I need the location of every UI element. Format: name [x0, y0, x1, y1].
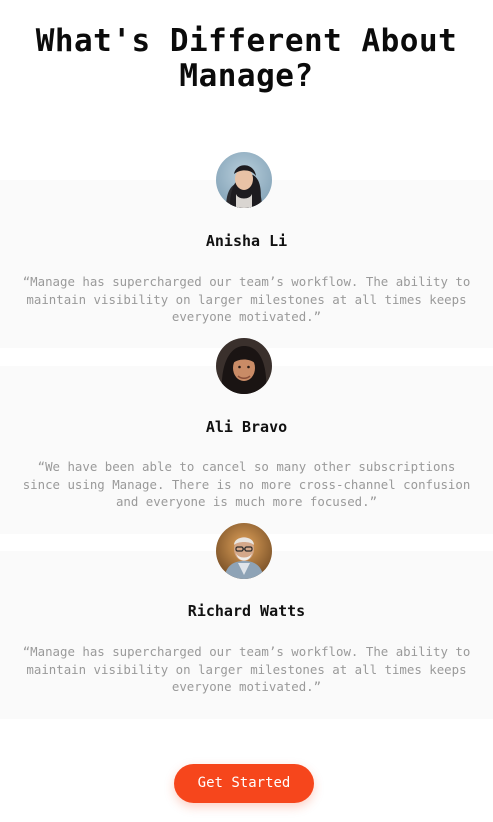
testimonial-quote: “Manage has supercharged our team’s work… [22, 274, 471, 324]
get-started-button[interactable]: Get Started [174, 764, 314, 803]
avatar-ali-icon [216, 338, 272, 394]
page-title: What's Different About Manage? [0, 24, 493, 94]
avatar [216, 152, 272, 208]
page-title-line-1: What's Different About [35, 23, 458, 59]
testimonial-name: Anisha Li [205, 232, 288, 250]
avatar [216, 338, 272, 394]
avatar-richard-icon [216, 523, 272, 579]
testimonial-name: Ali Bravo [205, 418, 288, 436]
page-title-line-2: Manage? [179, 58, 314, 94]
testimonial-name: Richard Watts [187, 602, 306, 620]
avatar-anisha-icon [216, 152, 272, 208]
avatar [216, 523, 272, 579]
testimonial-quote: “We have been able to cancel so many oth… [22, 459, 471, 509]
testimonial-quote: “Manage has supercharged our team’s work… [22, 644, 471, 694]
